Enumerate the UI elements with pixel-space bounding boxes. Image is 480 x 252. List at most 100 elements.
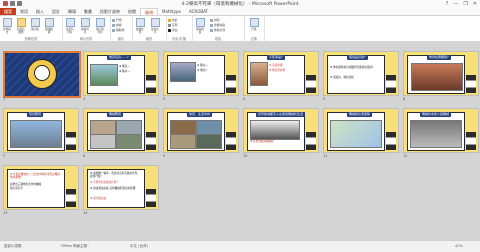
handout-master-button[interactable]: 講義母片 — [80, 18, 90, 34]
teacher-figure-icon — [386, 75, 396, 93]
black-white-button[interactable]: 黑白 — [168, 28, 178, 32]
character-face-icon — [34, 65, 50, 81]
tab-home[interactable]: 常用 — [16, 8, 32, 15]
normal-view-button[interactable]: 標準模式 — [2, 18, 12, 34]
slide-title: 機械應用 — [107, 112, 124, 117]
zoom-level[interactable]: 42% — [455, 244, 463, 248]
tab-insert[interactable]: 插入 — [32, 8, 48, 15]
group-zoom: 縮放比例 最適大小 縮放 — [132, 16, 167, 41]
tab-animations[interactable]: 動畫 — [80, 8, 96, 15]
slide-thumbnail-5[interactable]: 環境是甚麼? ❖ 你在那些地方接觸到什麼樣的環境? ❖ 環境好、壞的比較 — [323, 51, 399, 96]
slide-thumbnail-10[interactable]: 世界各地都有人在使用機械化生活 ❖ 社會發展與機械化 — [243, 108, 319, 153]
guides-checkbox[interactable]: 輔助線 — [112, 28, 124, 32]
slide-thumbnail-9[interactable]: 常見、生活中的 — [163, 108, 239, 153]
teacher-figure-icon — [306, 132, 316, 150]
photo-image — [196, 120, 222, 135]
tab-slideshow[interactable]: 投影片放映 — [96, 8, 124, 15]
slide-thumbnail-12[interactable]: 機械化中的人與機械 — [403, 108, 479, 153]
status-language[interactable]: 中文 (台灣) — [130, 244, 148, 249]
slide-title: 世界各地都有人在使用機械化生活 — [256, 112, 306, 117]
slide-thumbnail-8[interactable]: 機械應用 — [83, 108, 159, 153]
slide-number: 4 — [243, 97, 246, 101]
photo-image — [170, 62, 196, 82]
cascade-button[interactable]: 重疊視窗 — [210, 23, 225, 27]
macro-icon — [249, 18, 259, 27]
group-show: 尺規 格線 輔助線 顯示 — [110, 16, 133, 41]
slide-bullet: ❖ 樂高→ — [119, 65, 130, 68]
teacher-figure-icon — [66, 189, 76, 207]
slide-bullet: ❖ 積木→ — [119, 70, 130, 73]
window-title: 4-2樂高不死車（環境和機械化） - Microsoft PowerPoint — [181, 2, 299, 7]
tab-acrobat[interactable]: ACROBAT — [185, 8, 212, 15]
notes-page-icon — [30, 18, 40, 27]
help-button[interactable]: ? — [446, 1, 449, 7]
color-button[interactable]: 色彩 — [168, 18, 178, 22]
macros-button[interactable]: 巨集 — [249, 18, 259, 31]
reading-view-button[interactable]: 閱讀檢視 — [44, 18, 54, 34]
slide-number: 13 — [3, 211, 8, 215]
slide-sorter-button[interactable]: 投影片瀏覽 — [16, 18, 26, 34]
slide-bullet: ❖ 什麼是機械化？日常當中哪些東西是機械化的產物？ — [10, 173, 60, 180]
new-window-icon — [195, 18, 205, 27]
slide-bullet: ❖ 積木→ — [197, 64, 208, 67]
tab-design[interactable]: 設計 — [48, 8, 64, 15]
slide-number: 12 — [403, 154, 408, 158]
photo-image — [250, 120, 300, 140]
slide-thumbnail-14[interactable]: ❖ 請想像一輛車，若是在沒有馬路的世界，如何行進？ ❖ 不死車的意義是什麼? ❖… — [83, 165, 159, 210]
new-window-button[interactable]: 開新視窗 — [195, 18, 205, 34]
grayscale-button[interactable]: 灰階 — [168, 23, 178, 27]
group-master-views: 投影片母片 講義母片 備忘稿母片 母片檢視 — [62, 16, 111, 41]
group-window: 開新視窗 排列 重疊視窗 移動分割 視窗 — [192, 16, 245, 41]
move-split-button[interactable]: 移動分割 — [210, 28, 225, 32]
magnifier-icon — [135, 18, 145, 27]
checkbox-icon — [112, 23, 115, 27]
fit-to-window-button[interactable]: 最適大小 — [150, 18, 160, 34]
close-button[interactable]: ✕ — [473, 1, 477, 7]
ruler-checkbox[interactable]: 尺規 — [112, 18, 122, 22]
ribbon: 標準模式 投影片瀏覽 備忘稿 閱讀檢視 簡報檢視 投影片母片 講義母片 備忘稿母… — [0, 15, 480, 42]
teacher-figure-icon — [146, 75, 156, 93]
photo-image — [90, 134, 116, 149]
slide-thumbnail-11[interactable]: 機械與交通運輸 — [323, 108, 399, 153]
slide-sorter-canvas[interactable]: 1 樂高玩具……? ❖ 樂高→ ❖ 積木→ 2 ❖ 積木→ ❖ 樂高? 3 不死… — [0, 41, 480, 240]
slide-bullet: ❖ 樂高等材料 — [269, 69, 286, 72]
slide-title: 環境應用 — [27, 112, 44, 117]
slide-number: 7 — [3, 154, 6, 158]
tab-file[interactable]: 檔案 — [0, 8, 16, 15]
slide-bullet: ❖ 請試著說說看 這些機械對環境的影響 — [90, 187, 136, 190]
arrange-all-button[interactable]: 排列 — [210, 18, 220, 22]
tab-review[interactable]: 校閱 — [124, 8, 140, 15]
slide-thumbnail-4[interactable]: 不死車是? ❖ 自造無限 ❖ 樂高等材料 — [243, 51, 319, 96]
slide-thumbnail-1[interactable] — [3, 51, 81, 98]
tab-transitions[interactable]: 轉場 — [64, 8, 80, 15]
slide-thumbnail-6[interactable]: 你會在哪裡用? — [403, 51, 479, 96]
slide-thumbnail-7[interactable]: 環境應用 — [3, 108, 79, 153]
tab-mathtype[interactable]: Mathtype — [158, 8, 185, 15]
maximize-button[interactable]: ❐ — [463, 1, 467, 7]
gridlines-checkbox[interactable]: 格線 — [112, 23, 122, 27]
teacher-figure-icon — [386, 132, 396, 150]
slide-bullet: ❖ 自造無限 — [269, 64, 283, 67]
teacher-figure-icon — [466, 132, 476, 150]
slide-bullet: ❖ 不死車的意義是什麼? — [90, 181, 118, 184]
slide-title: 機械與交通運輸 — [347, 112, 373, 117]
photo-image — [196, 134, 222, 149]
slide-number: 9 — [163, 154, 166, 158]
slide-master-button[interactable]: 投影片母片 — [65, 18, 75, 34]
slide-number: 1 — [3, 97, 6, 101]
slide-thumbnail-2[interactable]: 樂高玩具……? ❖ 樂高→ ❖ 積木→ — [83, 51, 159, 96]
slide-thumbnail-13[interactable]: ❖ 什麼是機械化？日常當中哪些東西是機械化的產物？ 請舉出三種你生活中的機械 與… — [3, 165, 79, 210]
notes-page-button[interactable]: 備忘稿 — [30, 18, 40, 31]
content-panel — [327, 55, 385, 94]
slide-sorter-icon — [16, 18, 26, 27]
slide-title: 環境是甚麼? — [347, 55, 368, 60]
slide-master-icon — [65, 18, 75, 27]
slide-bullet: 請舉出三種你生活中的機械 — [10, 183, 42, 186]
notes-master-button[interactable]: 備忘稿母片 — [95, 18, 105, 34]
fit-window-icon — [150, 18, 160, 27]
zoom-button[interactable]: 縮放比例 — [135, 18, 145, 34]
status-theme: "Office 佈景主題" — [60, 244, 89, 248]
teacher-figure-icon — [146, 189, 156, 207]
slide-thumbnail-3[interactable]: ❖ 積木→ ❖ 樂高? — [163, 51, 239, 96]
minimize-button[interactable]: — — [453, 1, 458, 7]
